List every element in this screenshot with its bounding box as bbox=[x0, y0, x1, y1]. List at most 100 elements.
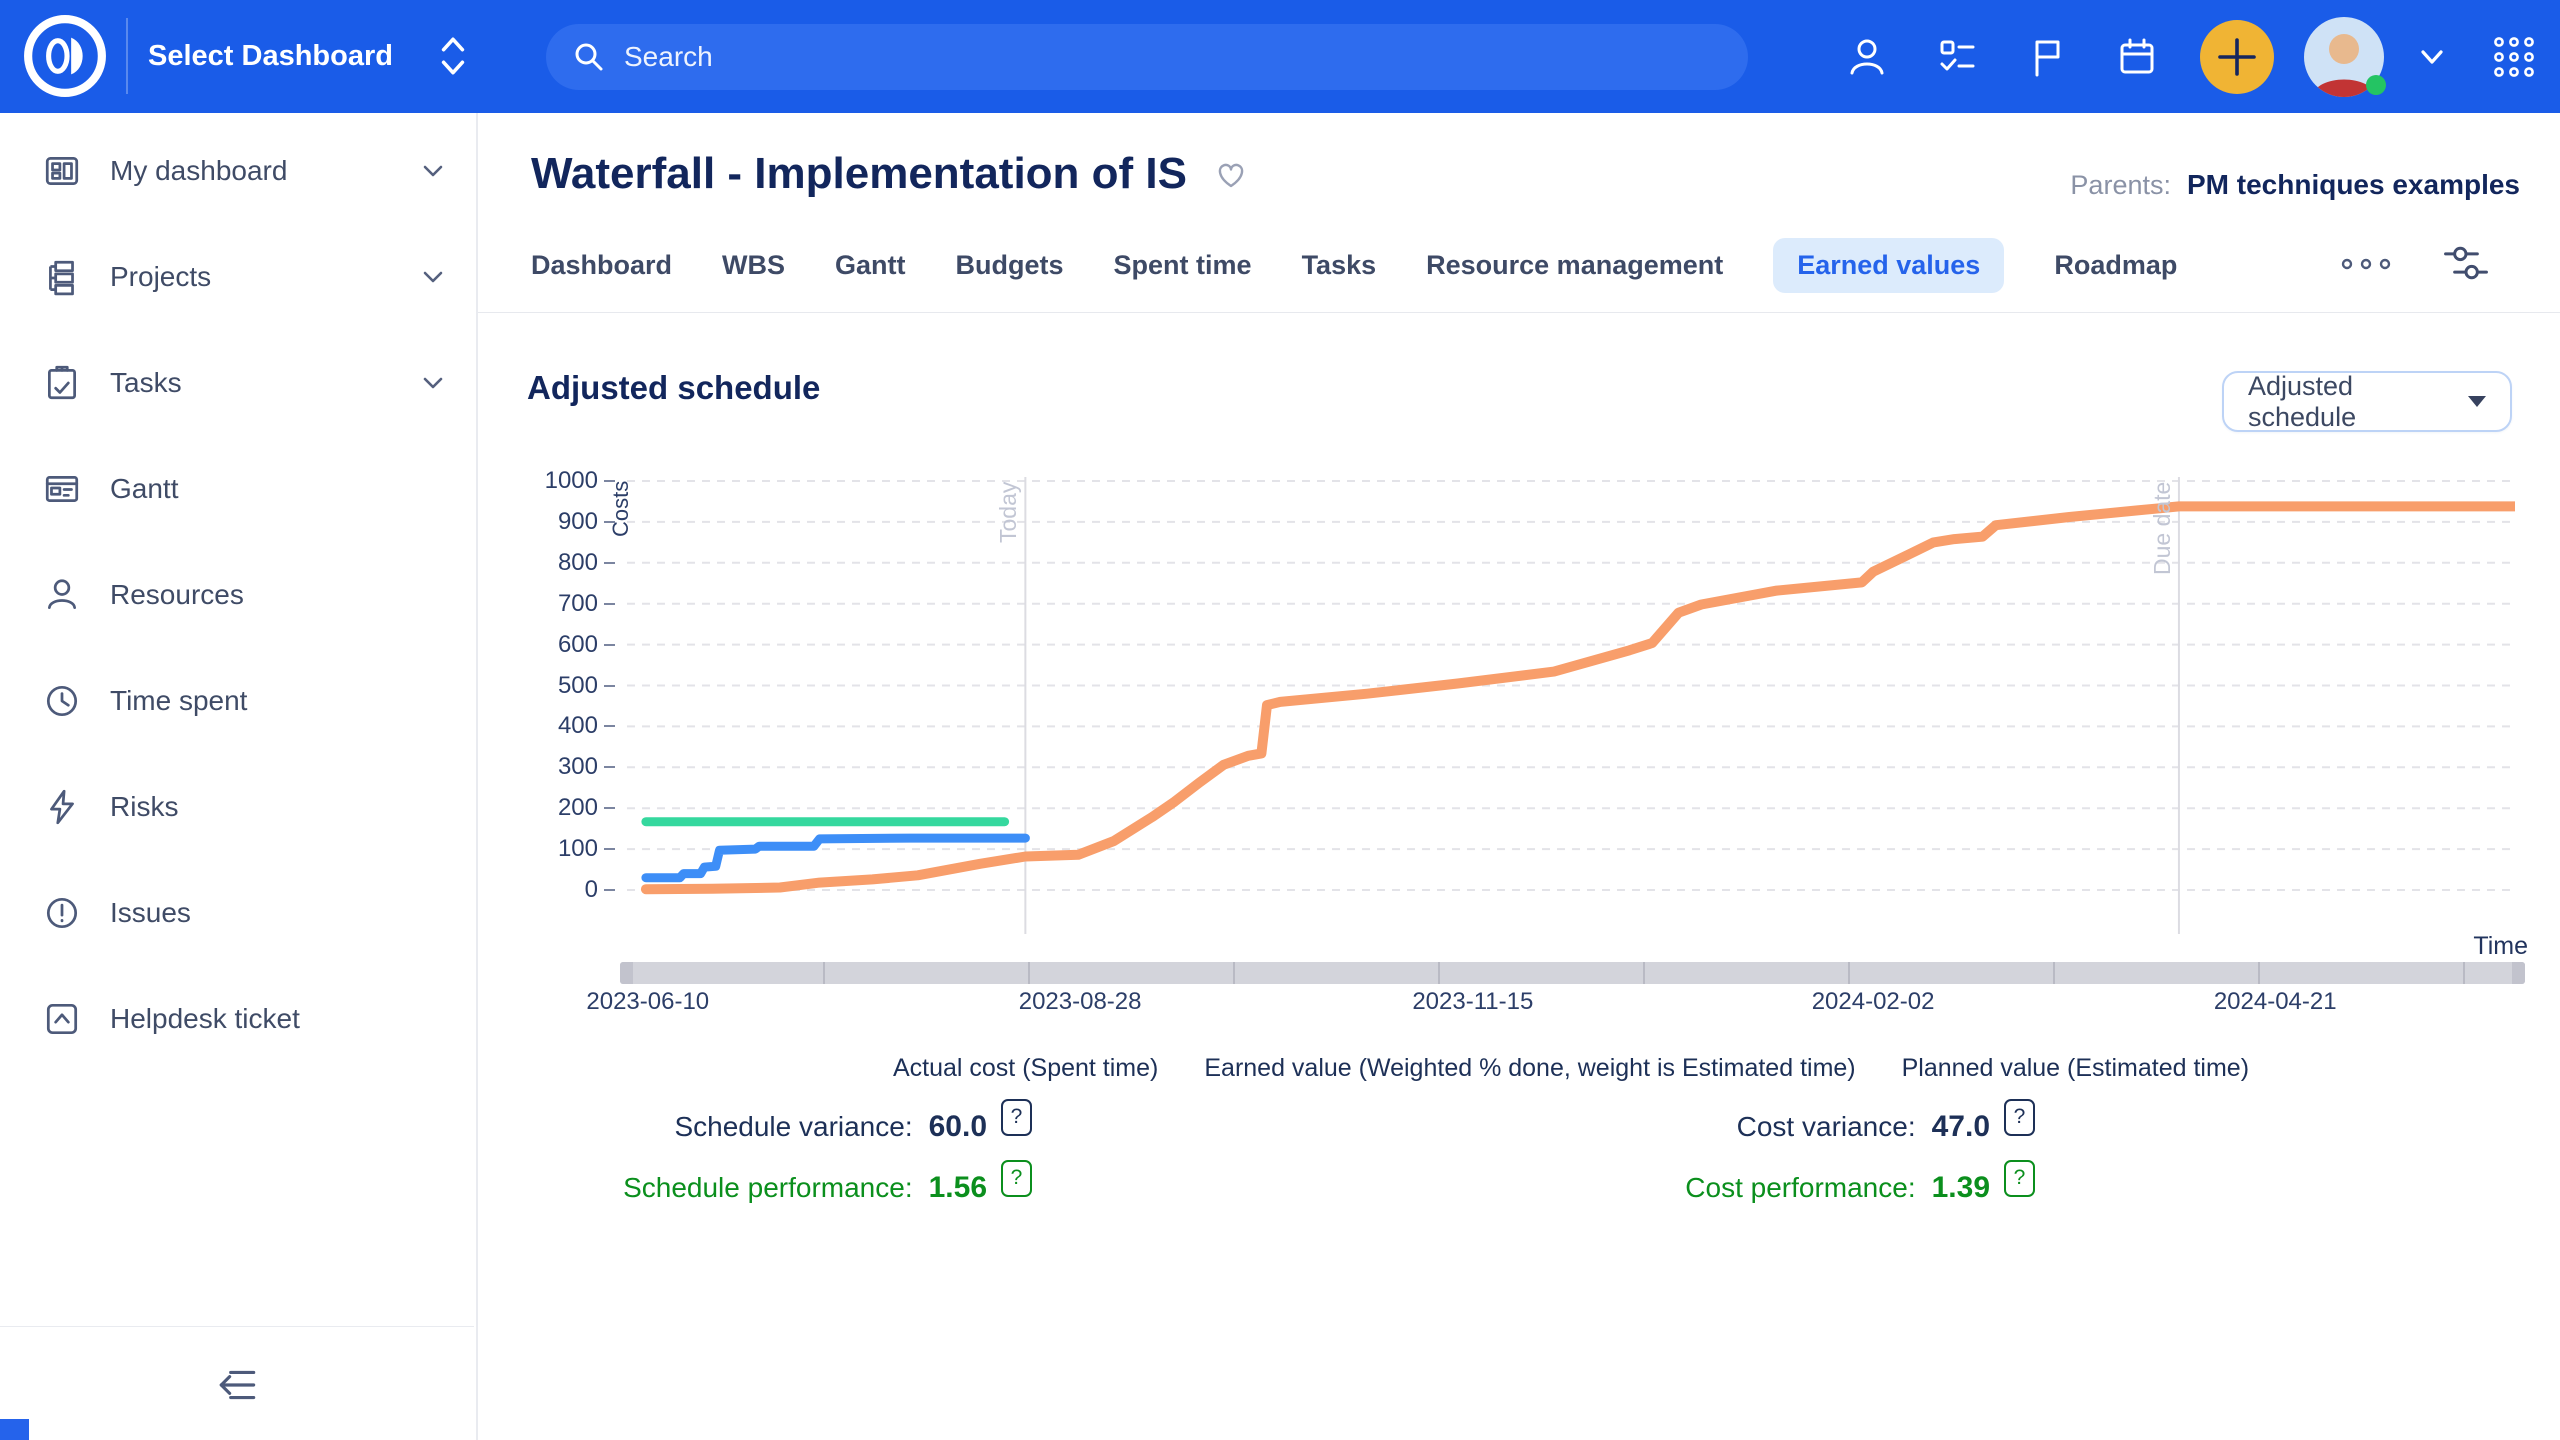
resources-icon bbox=[42, 575, 82, 615]
sidebar-item-label: Projects bbox=[110, 261, 422, 293]
y-axis-label: 200 bbox=[462, 793, 598, 823]
y-axis-tick bbox=[604, 644, 615, 646]
y-axis-tick bbox=[604, 848, 615, 850]
help-icon[interactable]: ? bbox=[2004, 1160, 2035, 1197]
metric-label: Cost variance: bbox=[1737, 1111, 1916, 1143]
sidebar-item-label: My dashboard bbox=[110, 155, 422, 187]
help-icon[interactable]: ? bbox=[1001, 1099, 1032, 1136]
gantt-icon bbox=[42, 469, 82, 509]
y-axis-label: 700 bbox=[462, 589, 598, 619]
metric-label: Cost performance: bbox=[1685, 1172, 1915, 1204]
sidebar-item-tasks[interactable]: Tasks bbox=[0, 330, 476, 436]
x-axis-label: 2023-08-28 bbox=[1000, 988, 1160, 1016]
add-button[interactable] bbox=[2200, 20, 2274, 94]
y-axis-tick bbox=[604, 480, 615, 482]
sidebar-item-helpdesk-ticket[interactable]: Helpdesk ticket bbox=[0, 966, 476, 1072]
sidebar-divider bbox=[0, 1326, 474, 1327]
chevron-down-icon bbox=[422, 164, 446, 178]
x-axis-label: 2023-06-10 bbox=[568, 988, 728, 1016]
y-axis-label: 400 bbox=[462, 711, 598, 741]
calendar-icon[interactable] bbox=[2115, 35, 2159, 79]
search-input[interactable] bbox=[622, 40, 1722, 74]
tab-earned-values[interactable]: Earned values bbox=[1773, 238, 2004, 293]
app-logo[interactable] bbox=[22, 13, 108, 99]
collapse-sidebar-button[interactable] bbox=[0, 1355, 476, 1415]
series-actual-cost bbox=[646, 838, 1026, 878]
search-bar[interactable] bbox=[546, 24, 1748, 90]
more-tabs-icon[interactable] bbox=[2333, 251, 2399, 280]
tasks-icon bbox=[42, 363, 82, 403]
sidebar-item-gantt[interactable]: Gantt bbox=[0, 436, 476, 542]
chart-scrollbar[interactable] bbox=[620, 962, 2525, 984]
y-axis-tick bbox=[604, 766, 615, 768]
y-axis-label: 900 bbox=[462, 507, 598, 537]
y-axis-label: 0 bbox=[462, 875, 598, 905]
profile-icon[interactable] bbox=[1845, 35, 1889, 79]
sort-chevrons-icon bbox=[439, 33, 467, 79]
apps-grid-icon[interactable] bbox=[2491, 34, 2537, 80]
y-axis-tick bbox=[604, 807, 615, 809]
dashboard-selector-label: Select Dashboard bbox=[148, 40, 393, 73]
tab-gantt[interactable]: Gantt bbox=[835, 238, 906, 293]
tab-resource-management[interactable]: Resource management bbox=[1426, 238, 1723, 293]
app-logo-icon bbox=[22, 13, 108, 99]
y-axis-tick bbox=[604, 725, 615, 727]
y-axis-label: 300 bbox=[462, 752, 598, 782]
sidebar-item-label: Issues bbox=[110, 897, 446, 929]
metric-cost-variance: Cost variance: 47.0 ? bbox=[1443, 1104, 2035, 1150]
tab-budgets[interactable]: Budgets bbox=[956, 238, 1064, 293]
sidebar-item-time-spent[interactable]: Time spent bbox=[0, 648, 476, 754]
issues-icon bbox=[42, 893, 82, 933]
metric-value: 60.0 bbox=[929, 1110, 987, 1144]
online-status-dot bbox=[2366, 75, 2386, 95]
sidebar-item-risks[interactable]: Risks bbox=[0, 754, 476, 860]
legend-item[interactable]: Earned value (Weighted % done, weight is… bbox=[1204, 1054, 1855, 1083]
y-axis-tick bbox=[604, 685, 615, 687]
sidebar-item-label: Helpdesk ticket bbox=[110, 1003, 446, 1035]
y-axis-tick bbox=[604, 521, 615, 523]
dashboard-selector[interactable]: Select Dashboard bbox=[148, 28, 467, 84]
metric-value: 47.0 bbox=[1932, 1110, 1990, 1144]
tab-wbs[interactable]: WBS bbox=[722, 238, 785, 293]
tab-tasks[interactable]: Tasks bbox=[1302, 238, 1377, 293]
x-axis-label: 2024-04-21 bbox=[2195, 988, 2355, 1016]
sidebar-item-issues[interactable]: Issues bbox=[0, 860, 476, 966]
y-axis-tick bbox=[604, 889, 615, 891]
sidebar-item-projects[interactable]: Projects bbox=[0, 224, 476, 330]
chevron-down-icon[interactable] bbox=[2419, 44, 2445, 70]
help-icon[interactable]: ? bbox=[2004, 1099, 2035, 1136]
legend-item[interactable]: Actual cost (Spent time) bbox=[893, 1054, 1158, 1083]
breadcrumb: Parents: PM techniques examples bbox=[2070, 169, 2520, 201]
tab-dashboard[interactable]: Dashboard bbox=[531, 238, 672, 293]
tab-spent-time[interactable]: Spent time bbox=[1114, 238, 1252, 293]
y-axis-label: 800 bbox=[462, 548, 598, 578]
module-settings-icon[interactable] bbox=[2435, 239, 2497, 290]
y-axis-label: 100 bbox=[462, 834, 598, 864]
sidebar-item-my-dashboard[interactable]: My dashboard bbox=[0, 118, 476, 224]
chevron-down-icon bbox=[422, 376, 446, 390]
schedule-dropdown[interactable]: Adjusted schedule bbox=[2222, 371, 2512, 432]
plus-icon bbox=[2200, 20, 2274, 94]
sidebar-item-label: Tasks bbox=[110, 367, 422, 399]
favorite-heart-icon[interactable] bbox=[1213, 157, 1249, 191]
sidebar-item-label: Resources bbox=[110, 579, 446, 611]
y-axis-tick bbox=[604, 562, 615, 564]
checklist-icon[interactable] bbox=[1935, 35, 1979, 79]
chart-legend: Actual cost (Spent time) Earned value (We… bbox=[627, 1054, 2515, 1083]
avatar[interactable] bbox=[2304, 17, 2384, 97]
legend-item[interactable]: Planned value (Estimated time) bbox=[1902, 1054, 2249, 1083]
metric-schedule-performance: Schedule performance: 1.56 ? bbox=[440, 1165, 1032, 1211]
page-title: Waterfall - Implementation of IS bbox=[531, 145, 1187, 203]
page: Select Dashboard bbox=[0, 0, 2560, 1440]
sidebar-item-resources[interactable]: Resources bbox=[0, 542, 476, 648]
topbar: Select Dashboard bbox=[0, 0, 2560, 113]
y-axis-tick bbox=[604, 603, 615, 605]
flag-icon[interactable] bbox=[2025, 35, 2069, 79]
schedule-dropdown-value: Adjusted schedule bbox=[2248, 371, 2468, 433]
time-spent-icon bbox=[42, 681, 82, 721]
parent-project-link[interactable]: PM techniques examples bbox=[2187, 169, 2520, 201]
helpdesk-icon bbox=[42, 999, 82, 1039]
help-icon[interactable]: ? bbox=[1001, 1160, 1032, 1197]
tab-roadmap[interactable]: Roadmap bbox=[2054, 238, 2177, 293]
y-axis-label: 500 bbox=[462, 671, 598, 701]
